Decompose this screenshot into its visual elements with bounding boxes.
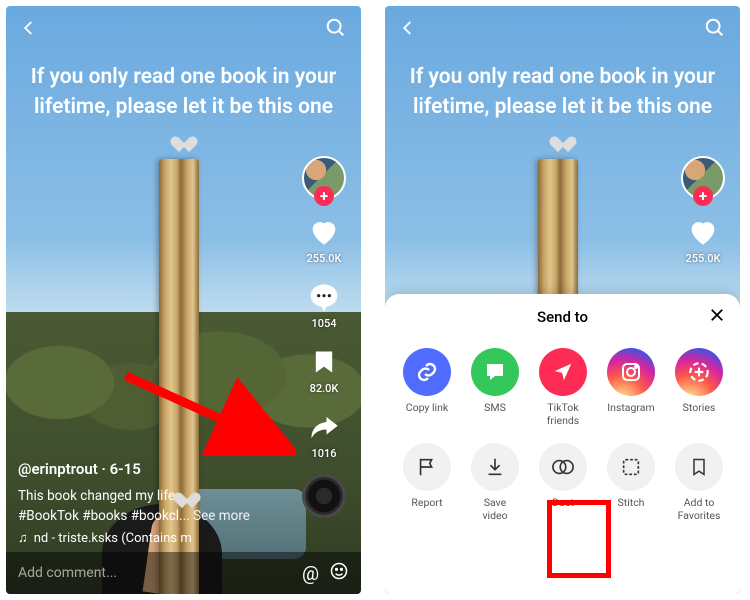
duet-icon [539, 443, 587, 491]
creator-avatar[interactable]: + [302, 156, 346, 200]
like-button[interactable]: 255.0K [306, 214, 342, 265]
creator-avatar[interactable]: + [681, 156, 725, 200]
share-copy-link[interactable]: Copy link [403, 348, 451, 427]
comment-icon [306, 279, 342, 315]
bookmark-button[interactable]: 82.0K [306, 344, 342, 395]
heart-icon [306, 214, 342, 250]
video-text-overlay: If you only read one book in your lifeti… [26, 62, 341, 153]
search-icon[interactable] [704, 17, 726, 39]
like-button[interactable]: 255.0K [685, 214, 721, 265]
close-icon[interactable] [708, 306, 726, 328]
action-report[interactable]: Report [403, 443, 451, 522]
bookmark-count: 82.0K [310, 382, 339, 395]
back-icon[interactable] [399, 19, 417, 37]
share-sheet: Send to Copy link SMS TikTok friends Ins… [385, 294, 740, 594]
link-icon [403, 348, 451, 396]
action-save-video[interactable]: Save video [471, 443, 519, 522]
stories-icon [675, 348, 723, 396]
like-count: 255.0K [685, 252, 720, 265]
heart-icon [178, 486, 196, 502]
comment-button[interactable]: 1054 [306, 279, 342, 330]
share-tiktok-friends[interactable]: TikTok friends [539, 348, 587, 427]
heart-icon [554, 130, 572, 146]
video-text-overlay: If you only read one book in your lifeti… [405, 62, 720, 153]
download-icon [471, 443, 519, 491]
action-add-favorites[interactable]: Add to Favorites [675, 443, 723, 522]
mention-icon[interactable]: @ [302, 562, 319, 585]
bookmark-icon [306, 344, 342, 380]
action-stitch[interactable]: Stitch [607, 443, 655, 522]
share-icon [306, 409, 342, 445]
sms-icon [471, 348, 519, 396]
flag-icon [403, 443, 451, 491]
comment-input-bar[interactable]: Add comment... @ [6, 552, 361, 594]
search-icon[interactable] [325, 17, 347, 39]
username-date[interactable]: @erinptrout · 6-15 [18, 460, 281, 478]
share-sms[interactable]: SMS [471, 348, 519, 427]
share-stories[interactable]: Stories [675, 348, 723, 427]
caption[interactable]: This book changed my life [18, 486, 281, 504]
bookmark-icon [675, 443, 723, 491]
annotation-highlight-duet [547, 500, 611, 578]
sound-disc[interactable] [302, 474, 346, 518]
heart-icon [685, 214, 721, 250]
heart-icon [175, 130, 193, 146]
instagram-icon [607, 348, 655, 396]
send-icon [539, 348, 587, 396]
like-count: 255.0K [306, 252, 341, 265]
phone-screenshot-feed: If you only read one book in your lifeti… [6, 6, 361, 594]
hashtags[interactable]: #BookTok #books #bookcl... See more [18, 508, 281, 524]
back-icon[interactable] [20, 19, 38, 37]
follow-plus-icon[interactable]: + [693, 186, 713, 206]
comment-count: 1054 [311, 317, 336, 330]
share-targets-row: Copy link SMS TikTok friends Instagram S… [385, 340, 740, 433]
stitch-icon [607, 443, 655, 491]
music-line[interactable]: ♫ nd - triste.ksks (Contains m [18, 530, 281, 546]
share-button[interactable]: 1016 [306, 409, 342, 460]
music-note-icon: ♫ [18, 530, 28, 546]
share-count: 1016 [311, 447, 336, 460]
see-more[interactable]: See more [193, 508, 250, 524]
share-instagram[interactable]: Instagram [607, 348, 655, 427]
phone-screenshot-share-sheet: If you only read one book in your lifeti… [385, 6, 740, 594]
emoji-icon[interactable] [329, 561, 349, 585]
follow-plus-icon[interactable]: + [314, 186, 334, 206]
comment-placeholder: Add comment... [18, 565, 117, 581]
share-sheet-title: Send to [537, 308, 588, 326]
